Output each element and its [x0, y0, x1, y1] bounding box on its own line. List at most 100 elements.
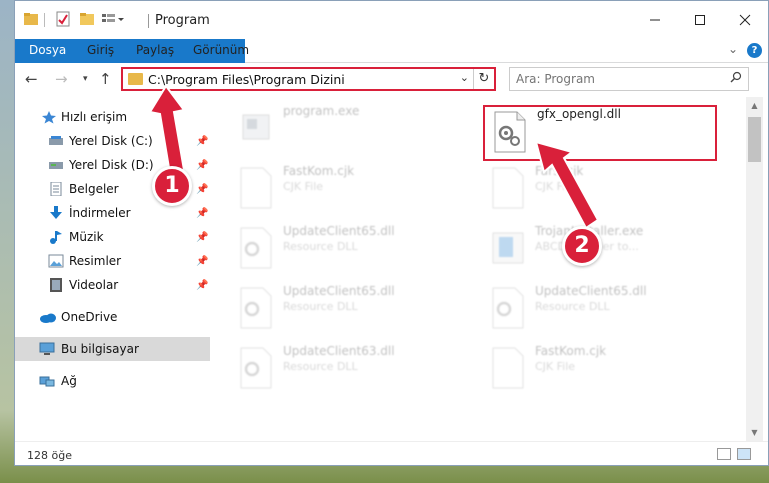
sidebar-item-downloads[interactable]: İndirmeler 📌 — [15, 201, 210, 225]
sidebar-item-network[interactable]: Ağ — [15, 369, 210, 393]
status-bar: 128 öğe — [15, 441, 768, 465]
large-icons-view-icon[interactable] — [737, 448, 751, 460]
properties-icon[interactable] — [55, 11, 71, 27]
chevron-down-icon[interactable]: ⌄ — [460, 71, 469, 84]
navigation-pane: Hızlı erişim Yerel Disk (C:) 📌 Yerel Dis… — [15, 97, 210, 441]
generic-file-icon — [239, 167, 273, 209]
sidebar-item-label: Belgeler — [69, 182, 119, 196]
explorer-window: Program Dosya Giriş Paylaş Görünüm ⌄ ? ←… — [14, 0, 769, 466]
vertical-scrollbar[interactable]: ▲ ▼ — [746, 97, 763, 441]
address-bar[interactable]: C:\Program Files\Program Dizini ⌄ ↻ — [121, 67, 496, 91]
sidebar-item-onedrive[interactable]: OneDrive — [15, 305, 210, 329]
step-badge-1: 1 — [152, 166, 192, 206]
pin-icon[interactable]: 📌 — [196, 256, 208, 267]
file-type: Resource DLL — [283, 300, 358, 313]
navigation-bar: ← → ▾ ↑ C:\Program Files\Program Dizini … — [15, 63, 768, 97]
sidebar-item-pictures[interactable]: Resimler 📌 — [15, 249, 210, 273]
drive-icon — [48, 158, 64, 172]
music-icon — [48, 230, 64, 244]
file-name: program.exe — [283, 104, 360, 118]
close-button[interactable] — [722, 1, 768, 39]
minimize-button[interactable] — [632, 1, 678, 39]
recent-locations-icon[interactable]: ▾ — [83, 74, 88, 84]
ribbon-tabs: Dosya Giriş Paylaş Görünüm ⌄ ? — [15, 39, 768, 95]
network-icon — [39, 374, 55, 388]
dll-file-icon — [239, 227, 273, 269]
sidebar-item-quick-access[interactable]: Hızlı erişim — [15, 105, 210, 129]
new-folder-icon[interactable] — [79, 11, 95, 27]
sidebar-item-label: Resimler — [69, 254, 122, 268]
file-item[interactable]: program.exe — [231, 101, 461, 157]
sidebar-item-label: OneDrive — [61, 310, 118, 324]
installer-file-icon — [491, 227, 525, 269]
sidebar-item-label: Videolar — [69, 278, 119, 292]
download-icon — [48, 206, 64, 220]
title-separator — [148, 14, 149, 28]
details-view-icon[interactable] — [717, 448, 731, 460]
star-icon — [41, 110, 57, 124]
file-item[interactable]: FastKom.cjk CJK File — [483, 341, 713, 397]
scrollbar-thumb[interactable] — [748, 117, 761, 162]
file-type: Resource DLL — [283, 240, 358, 253]
file-type: CJK File — [535, 360, 576, 373]
search-input[interactable] — [516, 69, 716, 89]
folder-icon — [128, 73, 143, 85]
highlight-frame — [483, 105, 717, 161]
item-count: 128 öğe — [27, 449, 72, 462]
file-item[interactable]: Farsi.cjk CJK File — [483, 161, 713, 217]
search-icon[interactable] — [730, 71, 742, 86]
documents-icon — [48, 181, 64, 197]
file-item[interactable]: FastKom.cjk CJK File — [231, 161, 461, 217]
folder-icon[interactable] — [23, 11, 39, 27]
help-icon[interactable]: ? — [747, 43, 762, 58]
file-name: UpdateClient65.dll — [283, 284, 395, 298]
generic-file-icon — [491, 347, 525, 389]
refresh-button[interactable]: ↻ — [473, 69, 494, 89]
file-item[interactable]: UpdateClient63.dll Resource DLL — [231, 341, 461, 397]
tab-home[interactable]: Giriş — [87, 39, 114, 63]
video-icon — [48, 278, 64, 292]
pin-icon[interactable]: 📌 — [196, 232, 208, 243]
scroll-up-icon[interactable]: ▲ — [746, 101, 763, 110]
file-type: CJK File — [535, 180, 576, 193]
tab-view[interactable]: Görünüm — [193, 39, 249, 63]
file-item[interactable]: UpdateClient65.dll Resource DLL — [231, 221, 461, 277]
expand-ribbon-icon[interactable]: ⌄ — [728, 42, 738, 56]
sidebar-item-videos[interactable]: Videolar 📌 — [15, 273, 210, 297]
pin-icon[interactable]: 📌 — [196, 208, 208, 219]
dll-file-icon — [491, 287, 525, 329]
sidebar-item-local-disk-c[interactable]: Yerel Disk (C:) 📌 — [15, 129, 210, 153]
file-item[interactable]: UpdateClient65.dll Resource DLL — [483, 281, 713, 337]
scroll-down-icon[interactable]: ▼ — [746, 428, 763, 437]
back-button[interactable]: ← — [25, 70, 38, 88]
file-type: Resource DLL — [535, 300, 610, 313]
maximize-button[interactable] — [677, 1, 723, 39]
file-item[interactable]: UpdateClient65.dll Resource DLL — [231, 281, 461, 337]
pin-icon[interactable]: 📌 — [196, 184, 208, 195]
dll-file-icon — [239, 347, 273, 389]
sidebar-item-this-pc[interactable]: Bu bilgisayar — [15, 337, 210, 361]
file-type: Resource DLL — [283, 360, 358, 373]
window-title: Program — [155, 13, 210, 28]
pictures-icon — [48, 254, 64, 268]
view-options-icon[interactable] — [101, 11, 124, 27]
sidebar-item-label: Bu bilgisayar — [61, 342, 139, 356]
file-name: UpdateClient63.dll — [283, 344, 395, 358]
pin-icon[interactable]: 📌 — [196, 160, 208, 171]
pin-icon[interactable]: 📌 — [196, 136, 208, 147]
up-button[interactable]: ↑ — [99, 70, 112, 88]
file-name: UpdateClient65.dll — [535, 284, 647, 298]
sidebar-item-label: Yerel Disk (D:) — [69, 158, 154, 172]
sidebar-item-label: Müzik — [69, 230, 104, 244]
tab-share[interactable]: Paylaş — [136, 39, 174, 63]
forward-button[interactable]: → — [55, 70, 68, 88]
sidebar-item-label: Yerel Disk (C:) — [69, 134, 153, 148]
file-list: program.exe gfx_opengl.dll FastKom.cjk C… — [211, 97, 746, 441]
cloud-icon — [39, 310, 56, 324]
step-badge-2: 2 — [562, 226, 602, 266]
sidebar-item-music[interactable]: Müzik 📌 — [15, 225, 210, 249]
exe-file-icon — [239, 107, 273, 149]
drive-icon — [48, 134, 64, 148]
pin-icon[interactable]: 📌 — [196, 280, 208, 291]
generic-file-icon — [491, 167, 525, 209]
